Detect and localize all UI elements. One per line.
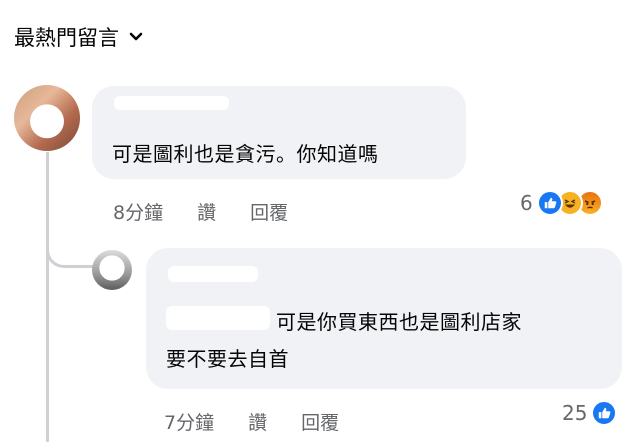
comment-text-line: 可是你買東西也是圖利店家 xyxy=(276,310,522,334)
comment-text: 可是你買東西也是圖利店家 要不要去自首 xyxy=(166,304,596,378)
comment-timestamp[interactable]: 8分鐘 xyxy=(113,198,163,225)
comment-text: 可是圖利也是貪污。你知道嗎 xyxy=(112,142,379,166)
comment-bubble: 可是你買東西也是圖利店家 要不要去自首 xyxy=(146,248,622,389)
like-link[interactable]: 讚 xyxy=(197,198,216,225)
comment-text-line: 要不要去自首 xyxy=(166,347,289,371)
comment-meta: 7分鐘 讚 回覆 xyxy=(164,408,373,435)
like-icon xyxy=(591,400,618,426)
reply-link[interactable]: 回覆 xyxy=(301,408,339,435)
reply-thread-line xyxy=(46,152,49,442)
comment-meta: 8分鐘 讚 回覆 xyxy=(113,198,322,225)
comment-sort-dropdown[interactable]: 最熱門留言 xyxy=(14,22,143,52)
comment-timestamp[interactable]: 7分鐘 xyxy=(164,408,214,435)
reaction-summary[interactable]: 25 xyxy=(562,400,618,426)
avatar[interactable] xyxy=(14,85,80,151)
chevron-down-icon xyxy=(129,32,143,41)
reaction-summary[interactable]: 6 xyxy=(520,190,603,216)
avatar[interactable] xyxy=(92,250,132,290)
reaction-count: 6 xyxy=(520,191,533,215)
sort-label: 最熱門留言 xyxy=(14,26,119,50)
redacted-author-name xyxy=(114,96,229,110)
reply-link[interactable]: 回覆 xyxy=(250,198,288,225)
reply-branch-line xyxy=(46,230,98,268)
like-icon xyxy=(536,190,563,216)
comment-bubble: 可是圖利也是貪污。你知道嗎 xyxy=(92,86,466,179)
reaction-count: 25 xyxy=(562,401,588,425)
like-link[interactable]: 讚 xyxy=(248,408,267,435)
redacted-author-name xyxy=(168,266,258,282)
